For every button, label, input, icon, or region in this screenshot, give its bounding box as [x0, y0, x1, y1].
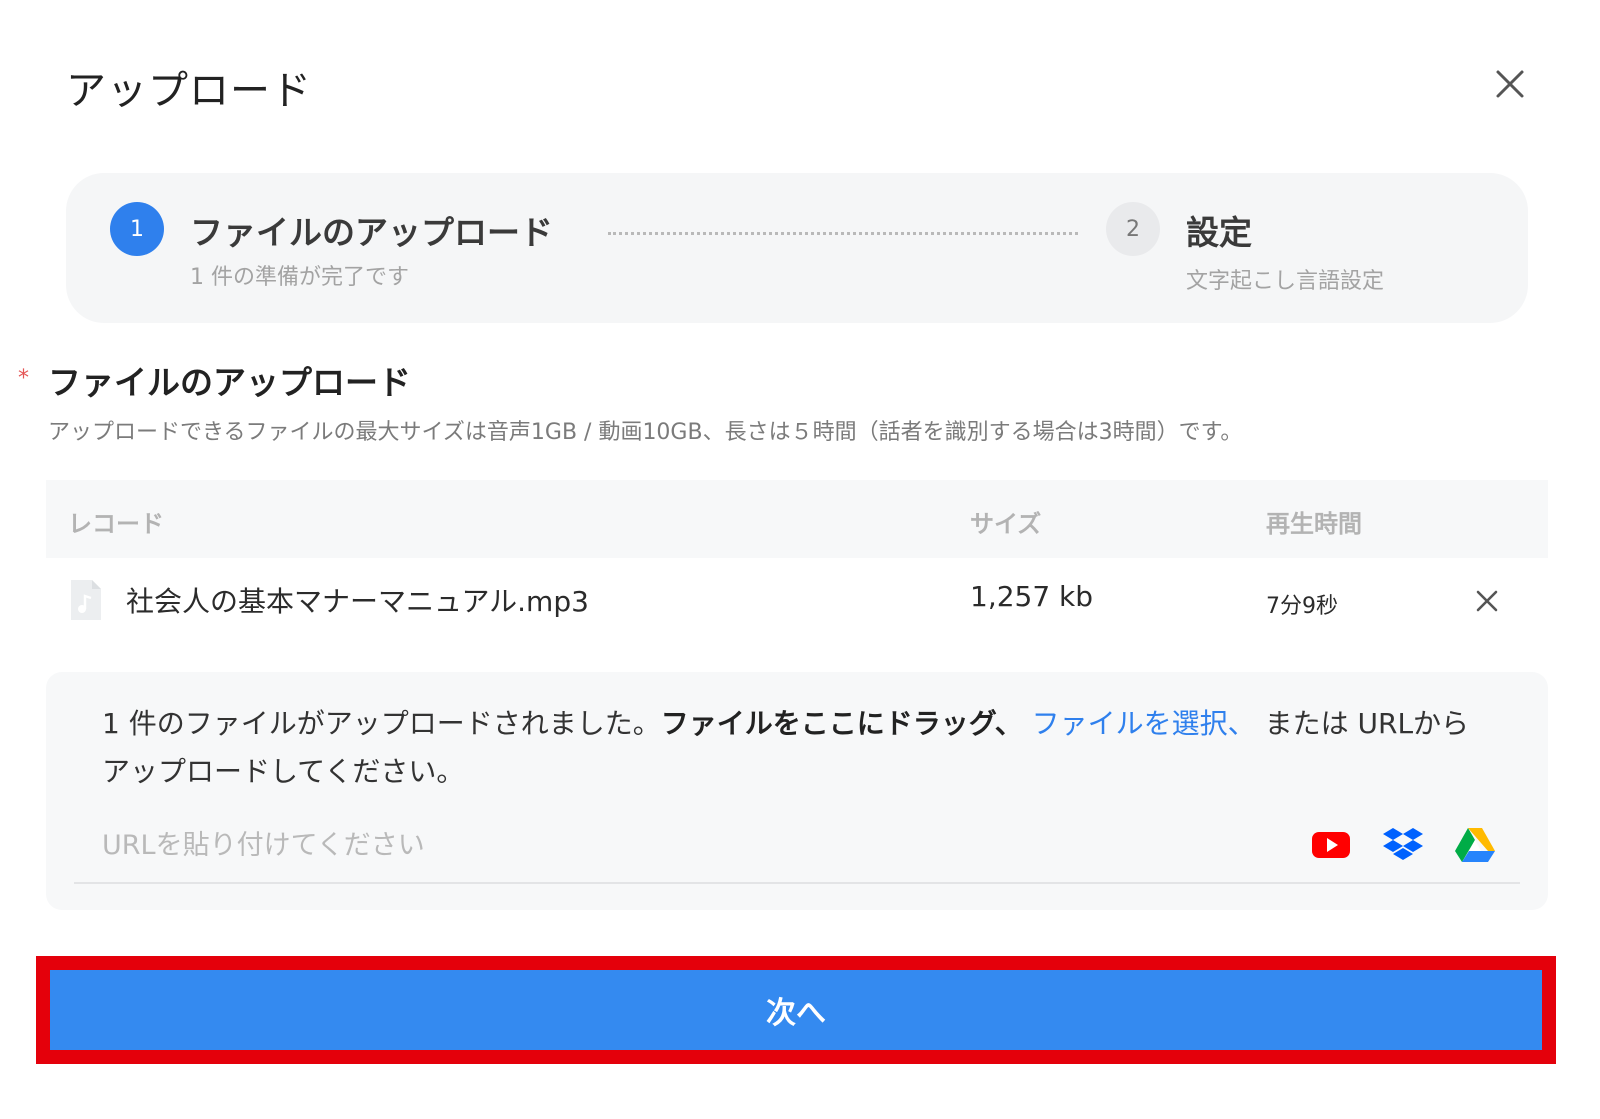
dropbox-button[interactable]: [1382, 824, 1424, 864]
close-button[interactable]: [1490, 64, 1530, 104]
step-indicator: 1 ファイルのアップロード 1 件の準備が完了です 2 設定 文字起こし言語設定: [66, 173, 1528, 323]
step-2-subtitle: 文字起こし言語設定: [1186, 269, 1385, 294]
step-1-subtitle: 1 件の準備が完了です: [190, 265, 409, 290]
required-mark: *: [18, 366, 29, 391]
file-size: 1,257 kb: [970, 580, 1094, 613]
upload-dialog: アップロード 1 ファイルのアップロード 1 件の準備が完了です 2 設定 文字…: [0, 0, 1600, 1119]
file-drop-zone[interactable]: 1 件のファイルがアップロードされました。ファイルをここにドラッグ、 ファイルを…: [46, 672, 1548, 910]
file-name: 社会人の基本マナーマニュアル.mp3: [126, 585, 589, 618]
drop-text-prefix: 1 件のファイルがアップロードされました。: [102, 707, 661, 740]
close-icon: [1496, 70, 1524, 98]
step-connector: [608, 232, 1078, 235]
table-row: 社会人の基本マナーマニュアル.mp3 1,257 kb 7分9秒: [46, 558, 1548, 648]
drop-instructions: 1 件のファイルがアップロードされました。ファイルをここにドラッグ、 ファイルを…: [102, 700, 1482, 796]
column-header-duration: 再生時間: [1266, 510, 1362, 538]
column-header-record: レコード: [68, 510, 164, 538]
drop-text-drag: ファイルをここにドラッグ、: [660, 707, 1023, 740]
step-2-number: 2: [1106, 202, 1160, 256]
table-header: レコード サイズ 再生時間: [46, 480, 1548, 558]
dropbox-icon: [1383, 828, 1423, 860]
select-file-link[interactable]: ファイルを選択、: [1032, 707, 1256, 740]
audio-file-icon: [71, 580, 101, 620]
close-icon: [1476, 590, 1498, 612]
dialog-title: アップロード: [66, 68, 312, 114]
url-input-underline: [74, 882, 1520, 884]
next-button[interactable]: 次へ: [50, 970, 1542, 1050]
section-description: アップロードできるファイルの最大サイズは音声1GB / 動画10GB、長さは５時…: [48, 420, 1243, 445]
remove-file-button[interactable]: [1470, 584, 1504, 618]
google-drive-icon: [1455, 828, 1495, 862]
step-2-title: 設定: [1186, 213, 1252, 252]
step-1-title: ファイルのアップロード: [190, 213, 553, 252]
step-1-number: 1: [110, 202, 164, 256]
section-title: ファイルのアップロード: [48, 363, 411, 402]
file-table: レコード サイズ 再生時間 社会人の基本マナーマニュアル.mp3 1,257 k…: [46, 480, 1548, 648]
column-header-size: サイズ: [970, 510, 1042, 538]
file-duration: 7分9秒: [1266, 594, 1338, 619]
google-drive-button[interactable]: [1454, 824, 1496, 864]
youtube-button[interactable]: [1310, 824, 1352, 864]
url-input[interactable]: [102, 822, 1242, 868]
youtube-icon: [1312, 832, 1350, 858]
